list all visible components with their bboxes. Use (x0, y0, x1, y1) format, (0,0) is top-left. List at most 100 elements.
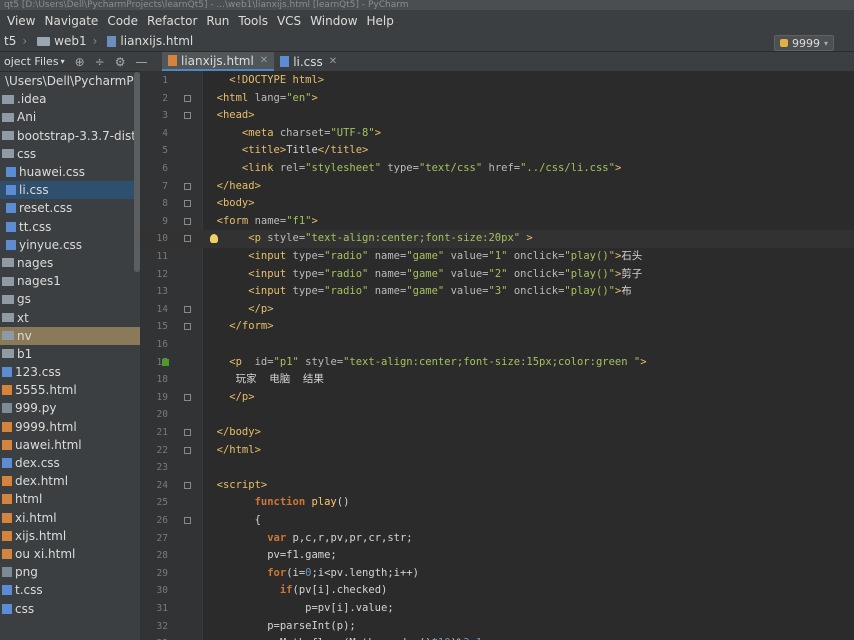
fold-icon[interactable] (184, 481, 191, 489)
target-icon[interactable]: ⊕ (75, 55, 85, 69)
tree-item[interactable]: dex.css (0, 454, 140, 472)
code-line[interactable]: 30 if(pv[i].checked) (140, 582, 854, 600)
code-line[interactable]: 28 pv=f1.game; (140, 547, 854, 565)
code-line[interactable]: 19 </p> (140, 389, 854, 407)
code-line[interactable]: 22 </html> (140, 442, 854, 460)
tree-item[interactable]: xijs.html (0, 527, 140, 545)
menu-code[interactable]: Code (107, 14, 138, 28)
tree-item[interactable]: png (0, 563, 140, 581)
code-line[interactable]: 26 { (140, 512, 854, 530)
hide-icon[interactable]: — (135, 55, 147, 69)
fold-icon[interactable] (184, 305, 191, 313)
editor-tab[interactable]: lianxijs.html ✕ (162, 52, 275, 71)
menu-refactor[interactable]: Refactor (147, 14, 197, 28)
fold-icon[interactable] (184, 94, 191, 102)
code-line[interactable]: 1 <!DOCTYPE html> (140, 72, 854, 90)
tree-item[interactable]: css (0, 599, 140, 617)
tree-item[interactable]: \Users\Dell\PycharmProjects (0, 72, 140, 90)
close-icon[interactable]: ✕ (329, 56, 337, 67)
fold-icon[interactable] (184, 182, 191, 190)
menu-window[interactable]: Window (310, 14, 357, 28)
code-line[interactable]: 24 <script> (140, 477, 854, 495)
tree-item[interactable]: ou xi.html (0, 545, 140, 563)
gear-icon[interactable]: ⚙ (115, 55, 126, 69)
code-line[interactable]: 7 </head> (140, 178, 854, 196)
fold-icon[interactable] (184, 323, 191, 331)
code-line[interactable]: 12 <input type="radio" name="game" value… (140, 266, 854, 284)
code-line[interactable]: 17 <p id="p1" style="text-align:center;f… (140, 354, 854, 372)
code-line[interactable]: 25 function play() (140, 494, 854, 512)
tree-item[interactable]: gs (0, 290, 140, 308)
code-line[interactable]: 2 <html lang="en"> (140, 90, 854, 108)
menu-help[interactable]: Help (367, 14, 394, 28)
code-line[interactable]: 3 <head> (140, 107, 854, 125)
code-line[interactable]: 32 p=parseInt(p); (140, 618, 854, 636)
fold-icon[interactable] (184, 235, 191, 243)
tree-item[interactable]: nv (0, 326, 140, 345)
tree-item[interactable]: xi.html (0, 509, 140, 527)
code-line[interactable]: 31 p=pv[i].value; (140, 600, 854, 618)
menu-navigate[interactable]: Navigate (44, 14, 98, 28)
code-line[interactable]: 16 (140, 336, 854, 354)
breadcrumb-file[interactable]: lianxijs.html (107, 34, 193, 48)
code-line[interactable]: 21 </body> (140, 424, 854, 442)
code-line[interactable]: 13 <input type="radio" name="game" value… (140, 283, 854, 301)
tree-item[interactable]: html (0, 490, 140, 508)
code-line[interactable]: 29 for(i=0;i<pv.length;i++) (140, 565, 854, 583)
tree-item[interactable]: 123.css (0, 363, 140, 381)
tree-item[interactable]: b1 (0, 345, 140, 363)
tree-item[interactable]: reset.css (0, 199, 140, 217)
breadcrumb-root[interactable]: t5 (4, 34, 16, 48)
tree-item[interactable]: nages (0, 254, 140, 272)
run-configuration-select[interactable]: 9999 ▾ (774, 35, 834, 51)
menu-view[interactable]: View (7, 14, 35, 28)
lightbulb-icon[interactable] (210, 234, 218, 244)
tree-item[interactable]: dex.html (0, 472, 140, 490)
collapse-icon[interactable]: ÷ (95, 55, 105, 69)
code-line[interactable]: 15 </form> (140, 318, 854, 336)
close-icon[interactable]: ✕ (260, 55, 268, 66)
tree-item[interactable]: 999.py (0, 399, 140, 417)
tree-item[interactable]: li.css (0, 181, 140, 200)
tree-item[interactable]: tt.css (0, 218, 140, 236)
fold-icon[interactable] (184, 446, 191, 454)
code-line[interactable]: 20 (140, 406, 854, 424)
tree-item[interactable]: uawei.html (0, 436, 140, 454)
code-line[interactable]: 6 <link rel="stylesheet" type="text/css"… (140, 160, 854, 178)
fold-icon[interactable] (184, 200, 191, 208)
menu-vcs[interactable]: VCS (277, 14, 301, 28)
menu-run[interactable]: Run (206, 14, 229, 28)
tree-item[interactable]: nages1 (0, 272, 140, 290)
code-line[interactable]: 10 <p style="text-align:center;font-size… (140, 230, 854, 248)
chevron-down-icon[interactable]: ▾ (61, 57, 65, 66)
tree-item[interactable]: .idea (0, 90, 140, 108)
tree-item[interactable]: huawei.css (0, 163, 140, 181)
code-editor[interactable]: 1 <!DOCTYPE html> 2 <html lang="en"> 3 <he… (140, 71, 854, 640)
code-line[interactable]: 9 <form name="f1"> (140, 213, 854, 231)
project-panel-title[interactable]: oject Files (4, 55, 59, 68)
code-line[interactable]: 23 (140, 459, 854, 477)
fold-icon[interactable] (184, 112, 191, 120)
tree-item[interactable]: bootstrap-3.3.7-dist (0, 127, 140, 145)
fold-icon[interactable] (184, 393, 191, 401)
tree-item[interactable]: yinyue.css (0, 236, 140, 254)
editor-tab[interactable]: li.css ✕ (274, 52, 343, 71)
code-line[interactable]: 11 <input type="radio" name="game" value… (140, 248, 854, 266)
tree-item[interactable]: 9999.html (0, 418, 140, 436)
tree-item[interactable]: xt (0, 308, 140, 326)
tree-item[interactable]: Ani (0, 108, 140, 126)
code-line[interactable]: 14 </p> (140, 301, 854, 319)
code-line[interactable]: 8 <body> (140, 195, 854, 213)
code-line[interactable]: 18 玩家 电脑 结果 (140, 371, 854, 389)
fold-icon[interactable] (184, 217, 191, 225)
code-line[interactable]: 4 <meta charset="UTF-8"> (140, 125, 854, 143)
code-line[interactable]: 33 c=Math.floor(Math.random()*10)%3+1; (140, 635, 854, 640)
breadcrumb-folder[interactable]: web1 (37, 34, 87, 48)
menu-tools[interactable]: Tools (238, 14, 268, 28)
fold-icon[interactable] (184, 517, 191, 524)
fold-icon[interactable] (184, 429, 191, 436)
tree-item[interactable]: 5555.html (0, 381, 140, 399)
code-line[interactable]: 5 <title>Title</title> (140, 142, 854, 160)
tree-item[interactable]: css (0, 145, 140, 163)
code-line[interactable]: 27 var p,c,r,pv,pr,cr,str; (140, 530, 854, 548)
